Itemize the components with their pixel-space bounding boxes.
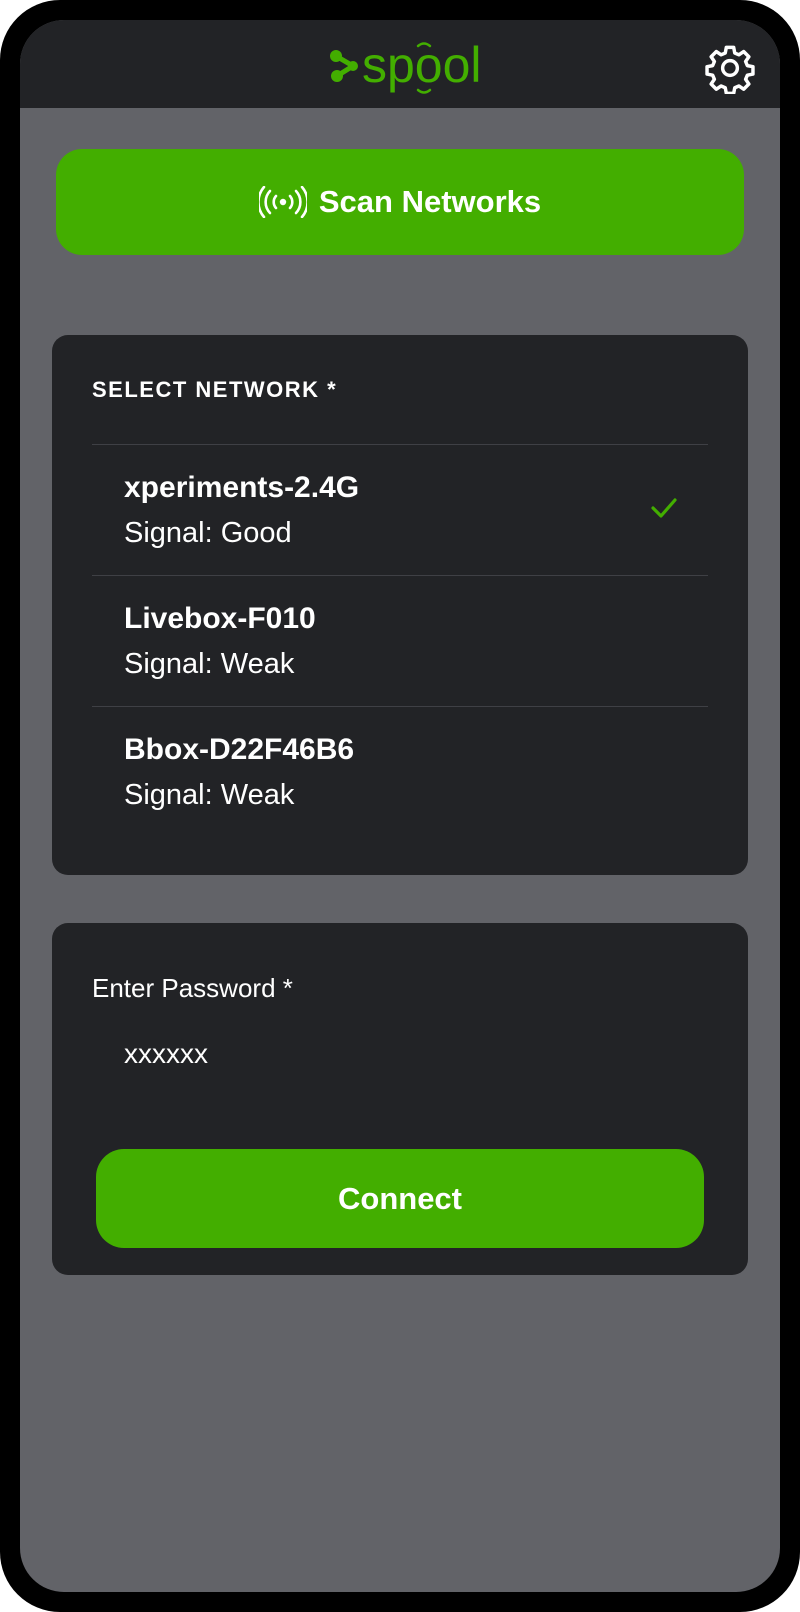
- broadcast-icon: [258, 186, 307, 218]
- network-item[interactable]: Livebox-F010 Signal: Weak: [92, 575, 708, 706]
- network-signal: Signal: Weak: [124, 779, 295, 811]
- network-item[interactable]: xperiments-2.4G Signal: Good: [92, 444, 708, 575]
- select-network-heading: SELECT NETWORK *: [92, 377, 338, 402]
- app-screen: spool Scan Networks SELECT NETWORK * xpe…: [20, 20, 780, 1592]
- app-header: spool: [20, 20, 780, 108]
- checkmark-icon: [651, 498, 677, 518]
- network-selection-card: SELECT NETWORK * xperiments-2.4G Signal:…: [52, 335, 748, 875]
- password-field[interactable]: [92, 1023, 708, 1085]
- network-name: xperiments-2.4G: [124, 471, 360, 504]
- network-name: Livebox-F010: [124, 602, 316, 635]
- network-item[interactable]: Bbox-D22F46B6 Signal: Weak: [92, 706, 708, 837]
- scan-networks-label: Scan Networks: [318, 184, 542, 219]
- logo-text: spool: [362, 37, 482, 93]
- network-signal: Signal: Weak: [124, 648, 295, 680]
- scan-networks-button[interactable]: Scan Networks: [56, 149, 744, 255]
- password-label: Enter Password *: [92, 973, 293, 1003]
- gear-icon[interactable]: [704, 42, 756, 94]
- spool-logo: spool: [330, 37, 482, 94]
- network-name: Bbox-D22F46B6: [124, 733, 355, 766]
- connect-button[interactable]: Connect: [96, 1149, 704, 1248]
- password-card: Enter Password * Connect: [52, 923, 748, 1275]
- device-frame: spool Scan Networks SELECT NETWORK * xpe…: [0, 0, 800, 1612]
- network-signal: Signal: Good: [124, 517, 292, 549]
- network-list: xperiments-2.4G Signal: Good Livebox-F01…: [92, 444, 708, 837]
